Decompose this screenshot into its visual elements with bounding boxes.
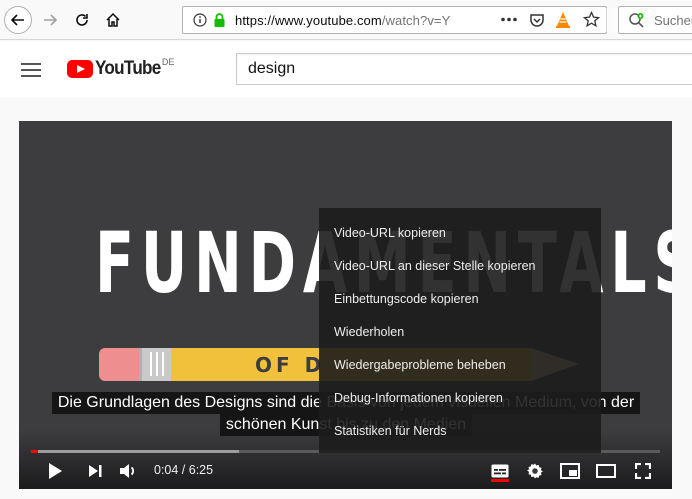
url-path: /watch?v=Y: [381, 13, 451, 28]
vlc-icon[interactable]: [555, 11, 571, 29]
bookmark-star-icon[interactable]: [583, 11, 600, 28]
player-context-menu: Video-URL kopieren Video-URL an dieser S…: [319, 208, 601, 453]
home-button[interactable]: [99, 6, 127, 34]
settings-gear-icon: [527, 463, 543, 479]
play-icon: [49, 463, 62, 479]
youtube-header: YouTube DE design: [0, 41, 692, 97]
miniplayer-button[interactable]: [558, 460, 582, 482]
hamburger-menu-icon[interactable]: [21, 63, 41, 77]
next-button[interactable]: [83, 460, 107, 482]
video-subtitle-art: OF D: [255, 353, 326, 377]
play-button[interactable]: [43, 460, 67, 482]
subtitles-active-indicator: [491, 479, 509, 482]
volume-button[interactable]: [116, 460, 140, 482]
progress-played: [31, 450, 38, 453]
browser-toolbar: https://www.youtube.com/watch?v=Y Suchen: [0, 0, 692, 40]
lock-icon: [214, 13, 225, 27]
home-icon: [106, 12, 120, 27]
fullscreen-icon: [635, 463, 651, 479]
region-label: DE: [161, 57, 175, 67]
menu-item-copy-video-url[interactable]: Video-URL kopieren: [319, 216, 601, 249]
back-button[interactable]: [4, 6, 32, 34]
miniplayer-icon: [560, 463, 580, 479]
url-text[interactable]: https://www.youtube.com/watch?v=Y: [235, 13, 450, 28]
info-icon[interactable]: [193, 13, 207, 27]
url-bar[interactable]: https://www.youtube.com/watch?v=Y: [182, 6, 628, 34]
theater-mode-button[interactable]: [594, 460, 618, 482]
back-arrow-icon: [10, 14, 24, 26]
more-dots-icon[interactable]: [501, 17, 517, 22]
forward-button[interactable]: [36, 6, 64, 34]
volume-icon: [120, 464, 135, 478]
subtitles-icon: [491, 464, 509, 478]
progress-loaded: [31, 450, 239, 453]
time-display: 0:04 / 6:25: [154, 463, 214, 477]
menu-item-copy-debug-info[interactable]: Debug-Informationen kopieren: [319, 381, 601, 414]
menu-item-loop[interactable]: Wiederholen: [319, 315, 601, 348]
search-query: design: [248, 60, 296, 77]
youtube-search-input[interactable]: design: [236, 53, 692, 85]
pocket-icon[interactable]: [529, 12, 545, 28]
video-player[interactable]: FUNDAMENTALS OF D Die Grundlagen des Des…: [19, 121, 672, 489]
menu-item-troubleshoot-playback[interactable]: Wiedergabeprobleme beheben: [319, 348, 601, 381]
browser-search-bar[interactable]: Suchen: [618, 6, 692, 34]
forward-arrow-icon: [44, 14, 58, 26]
fullscreen-button[interactable]: [631, 460, 655, 482]
url-host: https://www.youtube.com: [235, 13, 382, 28]
youtube-logo[interactable]: YouTube DE: [67, 57, 175, 80]
settings-button[interactable]: [523, 460, 547, 482]
menu-item-stats-for-nerds[interactable]: Statistiken für Nerds: [319, 414, 601, 447]
menu-item-copy-embed-code[interactable]: Einbettungscode kopieren: [319, 282, 601, 315]
menu-item-copy-video-url-at-time[interactable]: Video-URL an dieser Stelle kopieren: [319, 249, 601, 282]
search-icon: [629, 13, 644, 28]
theater-mode-icon: [596, 464, 616, 478]
reload-button[interactable]: [68, 6, 96, 34]
next-icon: [89, 465, 102, 477]
reload-icon: [76, 14, 88, 26]
youtube-play-logo-icon: [67, 60, 93, 78]
youtube-logo-text: YouTube: [95, 58, 161, 79]
search-placeholder: Suchen: [654, 13, 692, 28]
